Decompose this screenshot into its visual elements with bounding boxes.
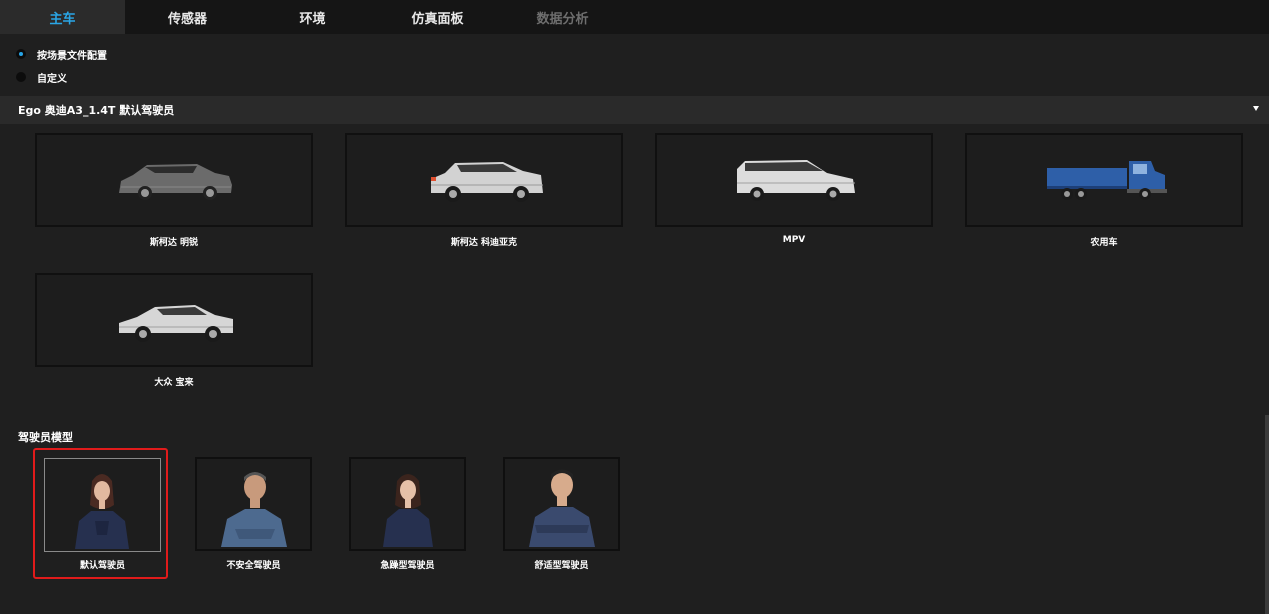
- driver-card-impatient[interactable]: [349, 457, 466, 551]
- vehicle-label: 斯柯达 科迪亚克: [450, 238, 518, 248]
- vehicle-select[interactable]: Ego 奥迪A3_1.4T 默认驾驶员: [0, 96, 1269, 124]
- male-driver-icon: [221, 472, 287, 547]
- radio-label: 自定义: [37, 73, 67, 85]
- vehicle-label: 斯柯达 明锐: [149, 238, 199, 248]
- station-wagon-icon: [119, 164, 232, 200]
- vehicle-card-bora[interactable]: [35, 273, 313, 367]
- tab-bar: 主车 传感器 环境 仿真面板 数据分析: [0, 0, 1269, 34]
- app-root: 主车 传感器 环境 仿真面板 数据分析 按场景文件配置 自定义 Ego 奥迪A3…: [0, 0, 1269, 614]
- vehicle-card-octavia[interactable]: [35, 133, 313, 227]
- radio-custom[interactable]: 自定义: [16, 69, 67, 85]
- driver-label: 舒适型驾驶员: [534, 561, 589, 571]
- mpv-icon: [737, 160, 855, 201]
- sedan-icon: [119, 305, 233, 342]
- vehicle-select-value: Ego 奥迪A3_1.4T 默认驾驶员: [18, 104, 175, 117]
- tab-simulation-panel[interactable]: 仿真面板: [375, 0, 500, 34]
- radio-scene-config[interactable]: 按场景文件配置: [16, 46, 107, 62]
- driver-card-default[interactable]: [44, 458, 161, 552]
- driver-label: 默认驾驶员: [79, 561, 125, 571]
- tab-ego-vehicle[interactable]: 主车: [0, 0, 125, 34]
- scrollbar[interactable]: [1265, 415, 1269, 614]
- tab-sensors[interactable]: 传感器: [125, 0, 250, 34]
- vehicle-card-farm-truck[interactable]: [965, 133, 1243, 227]
- dropdown-arrow-icon[interactable]: [1253, 106, 1259, 111]
- truck-icon: [1047, 161, 1167, 200]
- driver-card-comfort[interactable]: [503, 457, 620, 551]
- female-driver-icon: [75, 474, 129, 549]
- female-driver-icon: [383, 474, 433, 547]
- tab-data-analysis[interactable]: 数据分析: [500, 0, 625, 34]
- suv-icon: [431, 162, 543, 202]
- driver-section-title: 驾驶员模型: [18, 431, 73, 444]
- driver-label: 急躁型驾驶员: [380, 561, 435, 571]
- male-driver-icon: [529, 469, 595, 547]
- radio-button[interactable]: [16, 72, 26, 82]
- vehicle-label: MPV: [782, 235, 806, 245]
- radio-label: 按场景文件配置: [37, 50, 107, 62]
- driver-label: 不安全驾驶员: [226, 561, 281, 571]
- vehicle-label: 大众 宝来: [154, 378, 194, 388]
- vehicle-card-mpv[interactable]: [655, 133, 933, 227]
- vehicle-card-kodiaq[interactable]: [345, 133, 623, 227]
- tab-environment[interactable]: 环境: [250, 0, 375, 34]
- driver-card-unsafe[interactable]: [195, 457, 312, 551]
- vehicle-label: 农用车: [1090, 238, 1118, 248]
- radio-button-checked[interactable]: [16, 49, 26, 59]
